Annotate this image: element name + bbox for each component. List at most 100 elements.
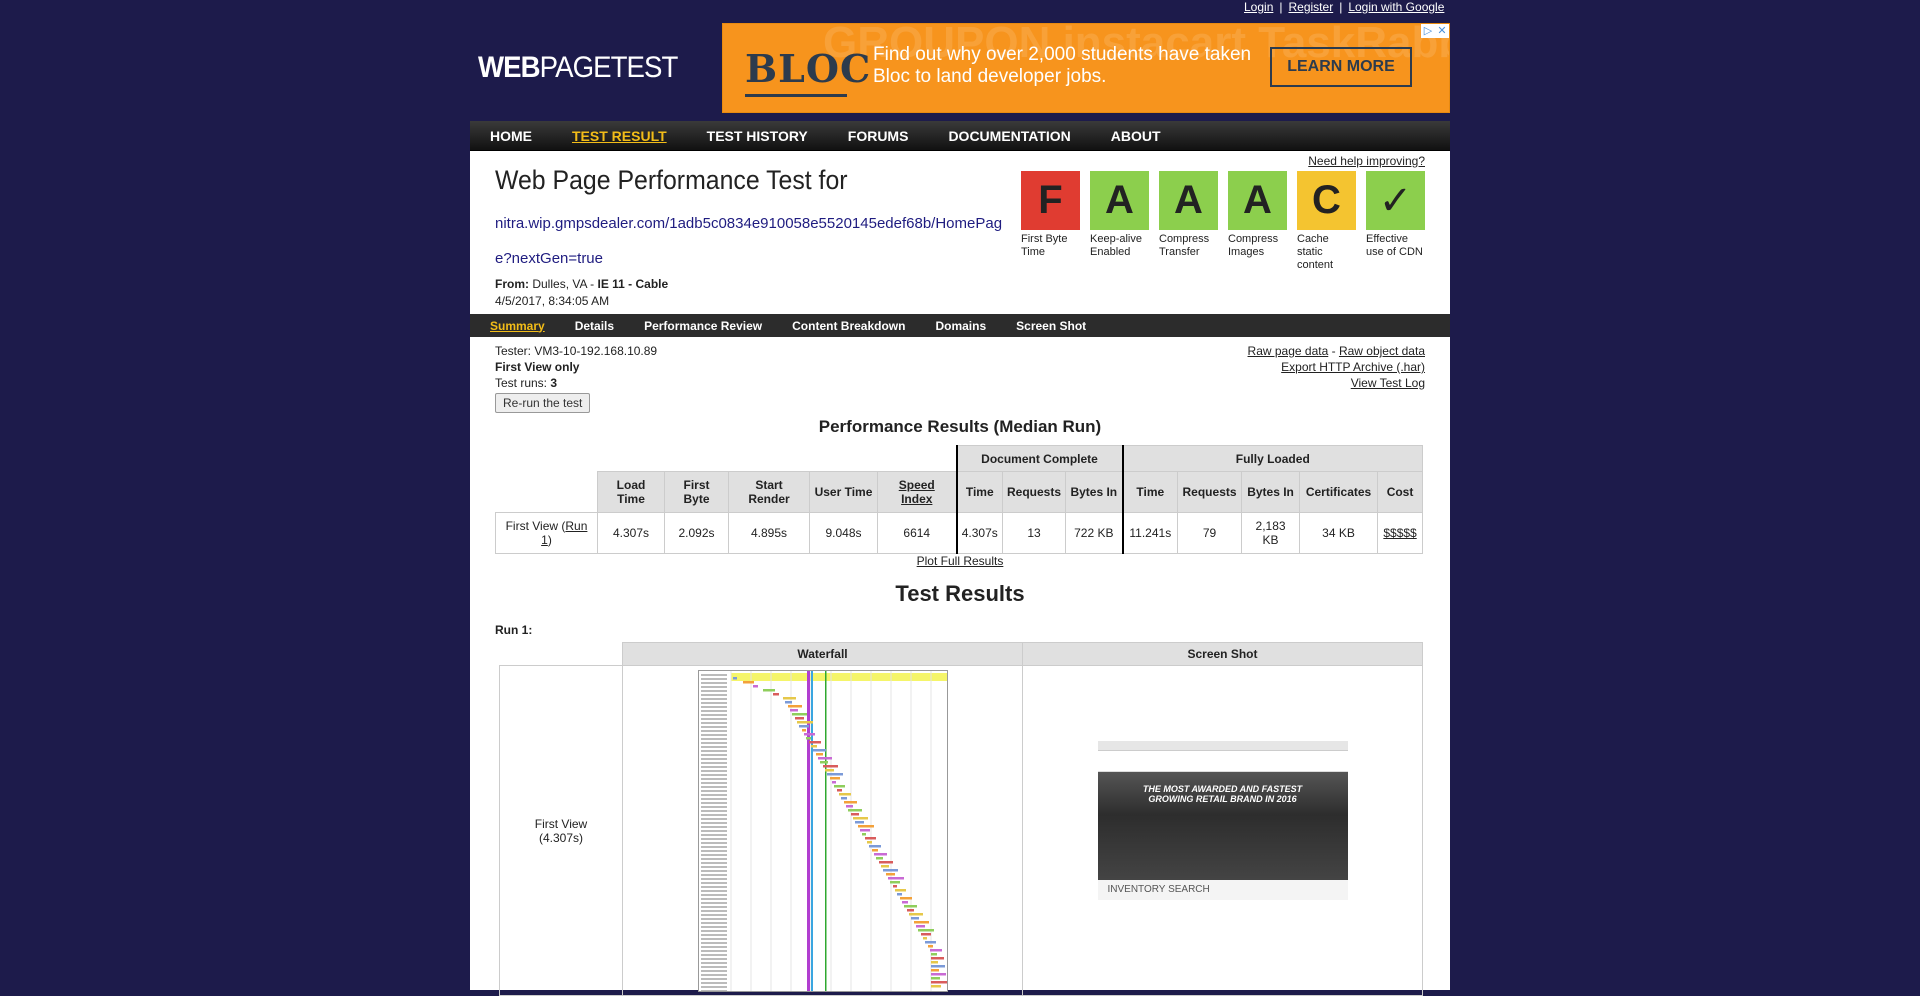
nav-forums[interactable]: FORUMS: [848, 128, 909, 144]
test-location: From: Dulles, VA - IE 11 - Cable: [495, 277, 669, 291]
ad-brand-logo: BLOC: [745, 46, 872, 91]
nav-documentation[interactable]: DOCUMENTATION: [948, 128, 1070, 144]
grade-item[interactable]: C Cache static content: [1297, 171, 1356, 272]
nav-test-history[interactable]: TEST HISTORY: [707, 128, 808, 144]
nav-home[interactable]: HOME: [490, 128, 532, 144]
auth-separator: |: [1279, 0, 1283, 14]
test-header: Web Page Performance Test for nitra.wip.…: [495, 165, 1005, 308]
grade-item[interactable]: A Keep-alive Enabled: [1090, 171, 1149, 272]
grade-label: Compress Images: [1228, 233, 1279, 258]
waterfall-cell: [622, 665, 1023, 996]
col-load-time: Load Time: [597, 471, 665, 513]
tab-performance-review[interactable]: Performance Review: [644, 319, 762, 333]
tester-line: Tester: VM3-10-192.168.10.89: [495, 344, 658, 358]
run-label: Run 1:: [495, 623, 533, 637]
performance-results-title: Performance Results (Median Run): [818, 417, 1102, 436]
cell-doc-bytes: 722 KB: [1065, 512, 1124, 554]
first-view-time: (4.307s): [538, 830, 584, 845]
tab-details[interactable]: Details: [575, 319, 614, 333]
grade-item[interactable]: ✓ Effective use of CDN: [1366, 171, 1425, 272]
grade-item[interactable]: A Compress Images: [1228, 171, 1287, 272]
raw-page-data-link[interactable]: Raw page data: [1248, 344, 1329, 358]
grade-label: Effective use of CDN: [1366, 233, 1423, 258]
grade-letter: F: [1021, 171, 1080, 230]
run-results-table: Waterfall Screen Shot First View (4.307s…: [499, 642, 1423, 996]
grade-item[interactable]: F First Byte Time: [1021, 171, 1080, 272]
col-first-byte: First Byte: [664, 471, 729, 513]
grade-letter: C: [1297, 171, 1356, 230]
col-full-bytes: Bytes In: [1241, 471, 1301, 513]
grade-letter: A: [1159, 171, 1218, 230]
login-google-link[interactable]: Login with Google: [1348, 0, 1444, 14]
results-subnav: Summary Details Performance Review Conte…: [470, 314, 1450, 337]
plot-full-results-link[interactable]: Plot Full Results: [470, 554, 1450, 568]
login-link[interactable]: Login: [1244, 0, 1273, 14]
screenshot-hero-text: THE MOST AWARDED AND FASTEST GROWING RETA…: [1142, 783, 1303, 804]
first-view-label: First View: [534, 816, 588, 831]
ad-learn-more-button[interactable]: LEARN MORE: [1270, 47, 1412, 87]
col-full-requests: Requests: [1177, 471, 1243, 513]
screenshot-header: Screen Shot: [1022, 642, 1423, 666]
grade-letter: A: [1228, 171, 1287, 230]
cell-full-bytes: 2,183 KB: [1241, 512, 1301, 554]
tab-domains[interactable]: Domains: [935, 319, 986, 333]
screenshot-site-header: [1097, 750, 1348, 760]
col-cost: Cost: [1377, 471, 1424, 513]
waterfall-chart-graphic: [698, 671, 947, 991]
col-speed-index[interactable]: Speed Index: [877, 471, 957, 513]
nav-about[interactable]: ABOUT: [1111, 128, 1161, 144]
tab-content-breakdown[interactable]: Content Breakdown: [792, 319, 905, 333]
col-user-time: User Time: [809, 471, 878, 513]
adchoices-icon[interactable]: ▷ ✕: [1421, 24, 1449, 38]
first-view-cell: First View (4.307s): [499, 665, 623, 996]
performance-results-table: Document Complete Fully Loaded Load Time…: [495, 445, 1424, 554]
test-runs: Test runs: 3: [495, 376, 558, 390]
row-label: First View (Run 1): [495, 512, 598, 554]
screenshot-inventory-search: INVENTORY SEARCH: [1097, 879, 1348, 900]
need-help-link[interactable]: Need help improving?: [1308, 154, 1425, 168]
screenshot-site-nav: [1097, 759, 1348, 772]
main-content: Web Page Performance Test for nitra.wip.…: [470, 151, 1450, 996]
screenshot-thumbnail[interactable]: THE MOST AWARDED AND FASTEST GROWING RETA…: [1097, 740, 1348, 921]
screenshot-cell: THE MOST AWARDED AND FASTEST GROWING RETA…: [1022, 665, 1423, 996]
ad-info-icon: ▷: [1423, 25, 1433, 37]
document-complete-header: Document Complete: [955, 445, 1124, 472]
cell-cost[interactable]: $$$$$: [1377, 512, 1424, 554]
tab-summary[interactable]: Summary: [490, 319, 545, 333]
register-link[interactable]: Register: [1289, 0, 1334, 14]
test-url[interactable]: nitra.wip.gmpsdealer.com/1adb5c0834e9100…: [495, 206, 1007, 276]
screenshot-hero: THE MOST AWARDED AND FASTEST GROWING RETA…: [1097, 771, 1348, 880]
waterfall-thumbnail[interactable]: [697, 670, 948, 992]
first-view-only: First View only: [495, 360, 580, 374]
webpagetest-logo[interactable]: WEBPAGETEST: [472, 50, 684, 86]
cell-doc-time: 4.307s: [955, 512, 1003, 554]
grade-label: First Byte Time: [1021, 233, 1068, 258]
cell-doc-requests: 13: [1001, 512, 1067, 554]
tab-screen-shot[interactable]: Screen Shot: [1016, 319, 1086, 333]
page-title: Web Page Performance Test for: [495, 165, 848, 195]
col-full-time: Time: [1121, 471, 1179, 513]
col-doc-bytes: Bytes In: [1065, 471, 1124, 513]
cell-certificates: 34 KB: [1299, 512, 1379, 554]
advertisement-banner[interactable]: GROUPON instacart TaskRabbit BLOC Find o…: [722, 23, 1450, 113]
raw-data-links: Raw page data - Raw object data Export H…: [1247, 344, 1425, 390]
waterfall-header: Waterfall: [622, 642, 1023, 666]
nav-test-result[interactable]: TEST RESULT: [572, 128, 667, 144]
grade-item[interactable]: A Compress Transfer: [1159, 171, 1218, 272]
col-certificates: Certificates: [1299, 471, 1379, 513]
cell-user-time: 9.048s: [809, 512, 878, 554]
main-nav: HOME TEST RESULT TEST HISTORY FORUMS DOC…: [470, 121, 1450, 151]
cell-full-requests: 79: [1177, 512, 1243, 554]
rerun-test-button[interactable]: Re-run the test: [495, 393, 591, 413]
auth-links: Login | Register | Login with Google: [1244, 0, 1444, 14]
fully-loaded-header: Fully Loaded: [1121, 445, 1424, 472]
view-test-log-link[interactable]: View Test Log: [1351, 376, 1425, 390]
auth-separator: |: [1339, 0, 1343, 14]
grade-label: Compress Transfer: [1159, 233, 1210, 258]
col-doc-time: Time: [955, 471, 1003, 513]
export-har-link[interactable]: Export HTTP Archive (.har): [1281, 360, 1425, 374]
ad-brand-underline: [745, 94, 847, 97]
test-results-title: Test Results: [895, 581, 1025, 606]
raw-object-data-link[interactable]: Raw object data: [1339, 344, 1425, 358]
screenshot-browser-bar: [1097, 740, 1348, 751]
